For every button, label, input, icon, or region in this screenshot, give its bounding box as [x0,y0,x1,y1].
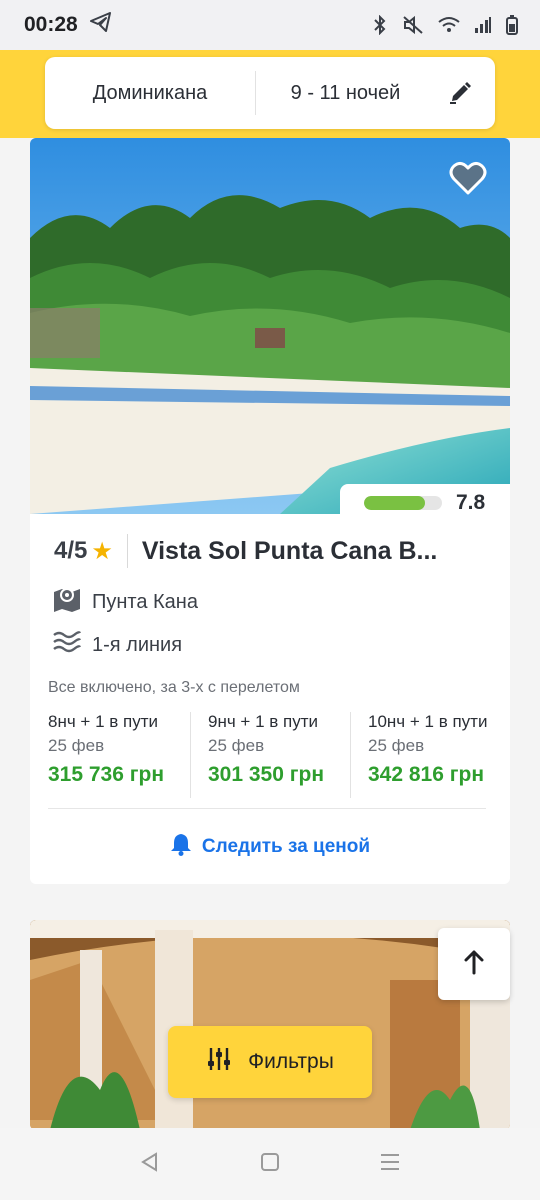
price-offer[interactable]: 8нч + 1 в пути 25 фев 315 736 грн [30,710,190,800]
price-offer[interactable]: 9нч + 1 в пути 25 фев 301 350 грн [190,710,350,800]
wifi-icon [438,16,460,34]
offer-date: 25 фев [48,736,105,755]
filters-button[interactable]: Фильтры [168,1026,372,1098]
back-icon[interactable] [139,1151,161,1178]
star-icon: ★ [91,537,113,565]
bluetooth-icon [372,15,388,35]
card-divider [48,808,486,809]
rating-bar-fill [364,496,425,510]
scroll-to-top-button[interactable] [438,928,510,1000]
hotel-beach-line: 1-я линия [52,629,182,661]
watch-price-button[interactable]: Следить за ценой [30,832,510,862]
status-time: 00:28 [24,13,78,36]
pencil-icon[interactable] [425,80,495,106]
hotel-stars: 4/5 ★ [54,537,113,566]
filters-label: Фильтры [248,1050,334,1073]
rating-bar [364,496,442,510]
bell-icon [170,832,192,862]
board-description: Все включено, за 3-х с перелетом [48,679,300,696]
offer-date: 25 фев [368,736,425,755]
mute-icon [402,15,424,35]
offer-price: 342 816 грн [368,763,485,786]
telegram-icon [89,12,112,38]
waves-icon [52,629,82,661]
arrow-up-icon [463,949,485,980]
stars-value: 4/5 [54,537,88,564]
hotel-title-row: 4/5 ★ Vista Sol Punta Cana B... [54,534,490,568]
status-bar: 00:28 [0,0,540,50]
rating-score: 7.8 [456,491,486,514]
destination-label[interactable]: Доминикана [45,82,255,105]
offer-date: 25 фев [208,736,265,755]
sliders-icon [206,1046,232,1078]
battery-icon [506,15,518,35]
hotel-card[interactable]: 7.8 4/5 ★ Vista Sol Punta Cana B... Пунт… [30,138,510,884]
map-icon [52,584,82,620]
nights-label[interactable]: 9 - 11 ночей [256,82,425,105]
offer-nights: 8нч + 1 в пути [48,712,158,731]
hotel-location: Пунта Кана [52,584,198,620]
rating-badge: 7.8 [340,484,510,522]
offer-price: 301 350 грн [208,763,325,786]
system-nav-bar [0,1128,540,1200]
hotel-name[interactable]: Vista Sol Punta Cana B... [142,537,437,566]
price-offers: 8нч + 1 в пути 25 фев 315 736 грн 9нч + … [30,710,510,800]
watch-price-label: Следить за ценой [201,836,371,857]
search-summary[interactable]: Доминикана 9 - 11 ночей [45,57,495,129]
beach-line-label: 1-я линия [92,633,183,656]
hotel-city: Пунта Кана [92,590,198,613]
title-divider [126,534,128,568]
offer-price: 315 736 грн [48,763,165,786]
favorite-heart-icon[interactable] [448,158,488,198]
offer-nights: 9нч + 1 в пути [208,712,318,731]
recents-icon[interactable] [379,1151,401,1178]
price-offer[interactable]: 10нч + 1 в пути 25 фев 342 816 грн [350,710,510,800]
offer-nights: 10нч + 1 в пути [368,712,488,731]
hotel-photo[interactable] [30,138,510,514]
home-icon[interactable] [259,1151,281,1178]
signal-icon [474,16,492,34]
